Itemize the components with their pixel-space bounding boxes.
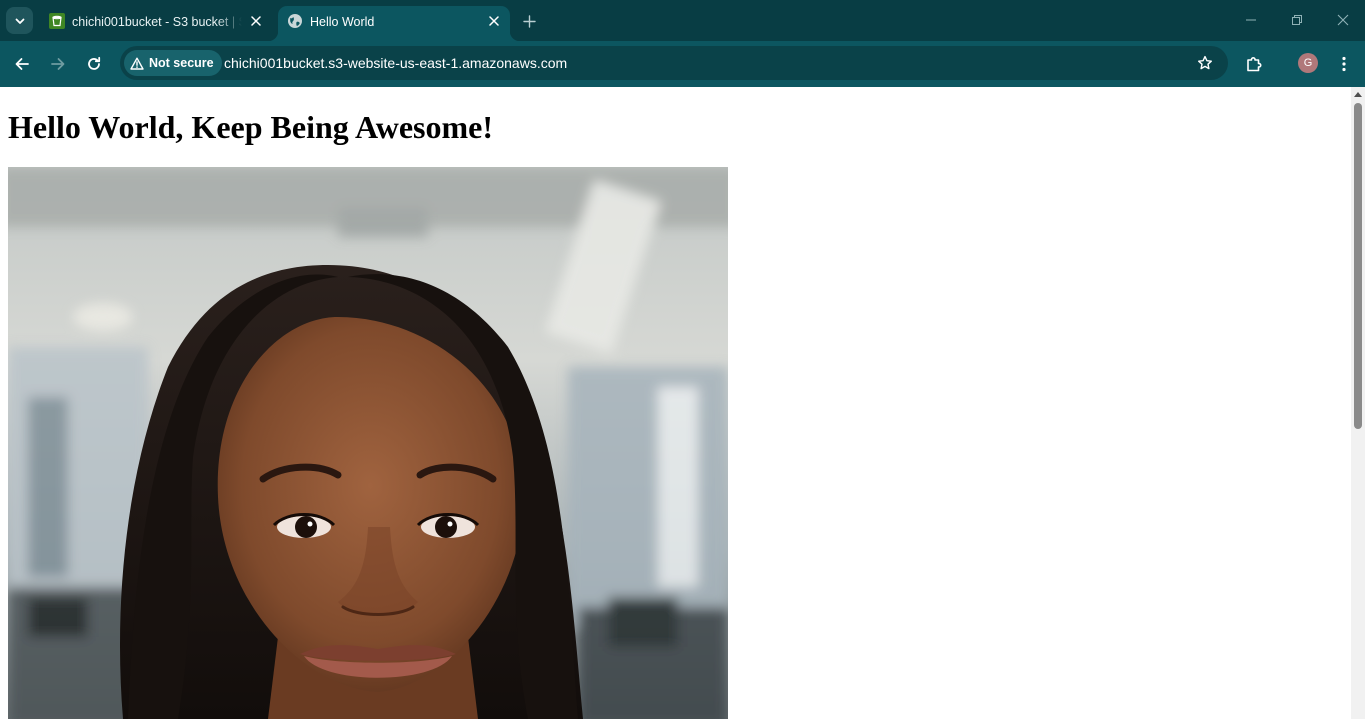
reload-button[interactable]: [81, 51, 107, 77]
profile-avatar[interactable]: G: [1298, 53, 1318, 73]
more-vertical-icon: [1342, 56, 1346, 72]
page-heading: Hello World, Keep Being Awesome!: [8, 109, 493, 145]
tab-title: Hello World: [310, 15, 375, 29]
close-tab-icon[interactable]: [486, 13, 502, 29]
portrait-photo: [8, 167, 728, 719]
address-bar[interactable]: Not secure chichi001bucket.s3-website-us…: [120, 46, 1228, 80]
plus-icon: [522, 14, 536, 28]
page-viewport: Hello World, Keep Being Awesome!: [0, 87, 1351, 719]
menu-button[interactable]: [1331, 51, 1357, 77]
arrow-right-icon: [51, 58, 65, 70]
url-text[interactable]: chichi001bucket.s3-website-us-east-1.ama…: [224, 54, 567, 72]
tab-hello-world[interactable]: Hello World: [268, 6, 520, 41]
tab-s3-bucket[interactable]: chichi001bucket - S3 bucket | S3: [40, 6, 272, 41]
tab-strip: chichi001bucket - S3 bucket | S3 Hello W…: [0, 0, 1365, 41]
extensions-button[interactable]: [1241, 51, 1267, 77]
vertical-scrollbar[interactable]: [1351, 87, 1365, 719]
minimize-icon: [1246, 19, 1256, 21]
tab-search-button[interactable]: [6, 7, 33, 34]
warning-triangle-icon: [130, 57, 144, 70]
new-tab-button[interactable]: [519, 11, 539, 31]
globe-icon: [288, 14, 302, 28]
s3-bucket-icon: [49, 13, 65, 29]
restore-button[interactable]: [1285, 8, 1309, 32]
chevron-down-icon: [15, 18, 24, 24]
scroll-up-arrow-icon[interactable]: [1353, 89, 1363, 99]
reload-icon: [88, 56, 101, 70]
close-icon: [1337, 14, 1349, 26]
profile-initial: G: [1303, 57, 1313, 69]
security-label: Not secure: [149, 56, 214, 70]
close-window-button[interactable]: [1331, 8, 1355, 32]
tab-title: chichi001bucket - S3 bucket | S3: [72, 15, 242, 29]
puzzle-icon: [1247, 57, 1262, 72]
minimize-button[interactable]: [1239, 8, 1263, 32]
star-icon: [1198, 55, 1212, 70]
restore-icon: [1292, 15, 1302, 25]
browser-toolbar: Not secure chichi001bucket.s3-website-us…: [0, 41, 1365, 87]
close-tab-icon[interactable]: [248, 13, 264, 29]
back-button[interactable]: [9, 51, 35, 77]
bookmark-button[interactable]: [1194, 52, 1216, 74]
scrollbar-thumb[interactable]: [1354, 103, 1362, 429]
arrow-left-icon: [15, 58, 29, 70]
security-chip[interactable]: Not secure: [124, 50, 222, 76]
forward-button[interactable]: [45, 51, 71, 77]
